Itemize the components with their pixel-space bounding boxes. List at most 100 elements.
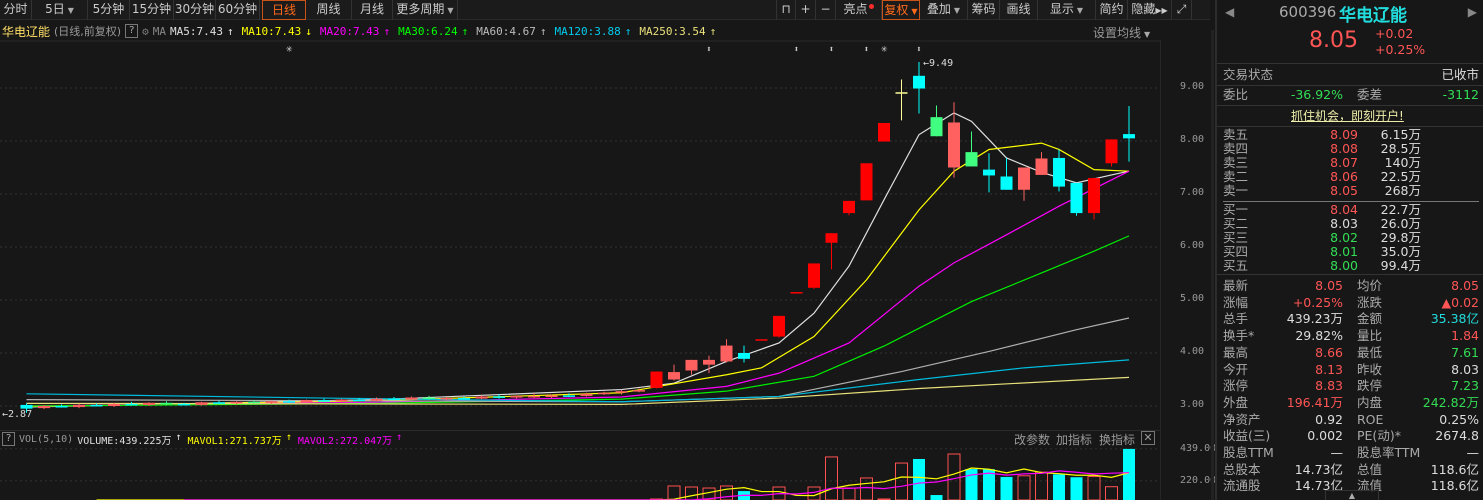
period-monthly[interactable]: 月线 (352, 0, 393, 20)
trend-arrow-icon: ↑ (539, 24, 547, 38)
add-indicator-button[interactable]: 加指标 (1056, 431, 1092, 448)
candle-body (265, 401, 278, 403)
zoom-in-button[interactable]: + (796, 0, 816, 20)
caret-down-icon: ▼ (67, 6, 74, 15)
period-label: 月线 (359, 2, 384, 16)
star-marker-icon[interactable]: ✳ (286, 42, 293, 55)
level-price: 8.01 (1330, 244, 1358, 259)
candle (773, 315, 785, 338)
ask-level[interactable]: 卖一 8.05 268万 (1223, 184, 1433, 198)
ma-legend-item: MA10:7.43 (241, 24, 302, 38)
price-change-pct: +0.25% (1375, 42, 1426, 57)
ask-level[interactable]: 卖三 8.07 140万 (1223, 156, 1433, 170)
bid-level[interactable]: 买五 8.00 99.4万 (1223, 259, 1433, 273)
tool-label: 叠加 (926, 2, 951, 16)
period-weekly[interactable]: 周线 (306, 0, 352, 20)
period-5day[interactable]: 5日 ▼ (32, 0, 88, 20)
period-intraday[interactable]: 分时 (0, 0, 32, 20)
ask-level[interactable]: 卖五 8.09 6.15万 (1223, 128, 1433, 142)
bid-level[interactable]: 买三 8.02 29.8万 (1223, 231, 1433, 245)
period-15min[interactable]: 15分钟 (130, 0, 174, 20)
event-marker-icon[interactable]: ⬍ (829, 45, 834, 55)
vol-help-button[interactable]: ? (2, 432, 15, 446)
candle-body (143, 402, 155, 405)
panel-resize-handle[interactable] (1211, 30, 1214, 500)
help-button[interactable]: ? (125, 24, 139, 38)
change-params-button[interactable]: 改参数 (1014, 431, 1050, 448)
candle (685, 359, 698, 375)
last-price: 8.05 (1309, 28, 1358, 53)
period-5min[interactable]: 5分钟 (88, 0, 130, 20)
switch-indicator-button[interactable]: 换指标 (1099, 431, 1135, 448)
weibi-value: -36.92% (1290, 87, 1343, 102)
candle (720, 339, 733, 363)
ma-legend: 华电辽能 (日线,前复权) ? ⚙ MA MA5:7.43 ↑ MA10:7.43 ↓… (0, 22, 728, 40)
tool-label: 亮点 (843, 2, 868, 16)
candle-body (283, 401, 295, 403)
volume-bar (825, 456, 838, 500)
chips-button[interactable]: 筹码 (968, 0, 1000, 20)
candle-body (55, 406, 68, 408)
period-label: 5日 (45, 2, 65, 16)
display-button[interactable]: 显示 ▼ (1038, 0, 1096, 20)
candle (825, 233, 838, 270)
simple-button[interactable]: 简约 (1096, 0, 1128, 20)
lock-button[interactable]: ⊓ (776, 0, 796, 20)
set-ma-button[interactable]: 设置均线 ▼ (1093, 24, 1150, 41)
candle (1018, 167, 1030, 201)
highlight-button[interactable]: 亮点 (836, 0, 882, 20)
period-30min[interactable]: 30分钟 (174, 0, 216, 20)
period-more[interactable]: 更多周期 ▼ (393, 0, 458, 20)
candle (213, 400, 225, 404)
stat-value: — (1330, 445, 1344, 460)
fullscreen-button[interactable]: ⤢ (1172, 0, 1192, 20)
period-60min[interactable]: 60分钟 (216, 0, 260, 20)
tool-label: 显示 (1049, 2, 1074, 16)
overlay-button[interactable]: 叠加 ▼ (920, 0, 968, 20)
caret-down-icon: ▼ (1144, 30, 1151, 39)
zoom-out-button[interactable]: − (816, 0, 836, 20)
candle (930, 105, 943, 137)
candle-body (510, 395, 523, 398)
bid-level[interactable]: 买一 8.04 22.7万 (1223, 203, 1433, 217)
next-stock-arrow-icon[interactable]: ▶ (1468, 5, 1477, 19)
draw-button[interactable]: 画线 (1000, 0, 1038, 20)
candle-body (318, 400, 330, 402)
adjust-button[interactable]: 复权 ▼ (882, 0, 920, 20)
event-marker-icon[interactable]: ⬍ (794, 45, 799, 55)
level-label: 买五 (1223, 258, 1249, 273)
bid-level[interactable]: 买四 8.01 35.0万 (1223, 245, 1433, 259)
prev-stock-arrow-icon[interactable]: ◀ (1225, 5, 1234, 19)
candle-body (195, 402, 208, 405)
star-marker-icon[interactable]: ✳ (881, 42, 888, 55)
ask-level[interactable]: 卖二 8.06 22.5万 (1223, 170, 1433, 184)
period-daily[interactable]: 日线 (262, 0, 306, 20)
stat-label: 净资产 (1223, 411, 1261, 427)
gear-icon[interactable]: ⚙ (142, 25, 149, 38)
volume-chart (0, 448, 1160, 500)
collapse-arrow-icon[interactable]: ▲ (1325, 490, 1379, 500)
stat-value: 2674.8 (1435, 428, 1479, 444)
event-marker-icon[interactable]: ⬍ (706, 45, 711, 55)
stat-value: 1.84 (1451, 328, 1479, 344)
level-volume: 6.15万 (1380, 127, 1421, 142)
hide-button[interactable]: 隐藏▶▶ (1128, 0, 1172, 20)
level-price: 8.06 (1330, 169, 1358, 184)
candle-body (335, 399, 348, 402)
candlestick-chart[interactable]: ✳ ⬍ ⬍ ⬍ ⬍ ✳ ⬍←9.49←2.87 (0, 40, 1160, 428)
event-marker-icon[interactable]: ⬍ (864, 45, 869, 55)
volume-bar (965, 469, 978, 500)
stat-label: 股息率TTM (1357, 445, 1421, 460)
level-label: 买一 (1223, 202, 1249, 217)
bid-level[interactable]: 买二 8.03 26.0万 (1223, 217, 1433, 231)
close-icon[interactable]: ✕ (1141, 431, 1155, 445)
open-account-link[interactable]: 抓住机会，即刻开户! (1291, 107, 1404, 124)
candle-body (108, 403, 120, 406)
event-marker-icon[interactable]: ⬍ (916, 45, 921, 55)
candle (405, 396, 418, 401)
level-label: 买二 (1223, 216, 1249, 231)
stat-row: 股息TTM — 股息率TTM — (1223, 444, 1479, 461)
trend-arrow-icon: ↑ (175, 431, 182, 443)
caret-down-icon: ▼ (447, 6, 454, 15)
ask-level[interactable]: 卖四 8.08 28.5万 (1223, 142, 1433, 156)
